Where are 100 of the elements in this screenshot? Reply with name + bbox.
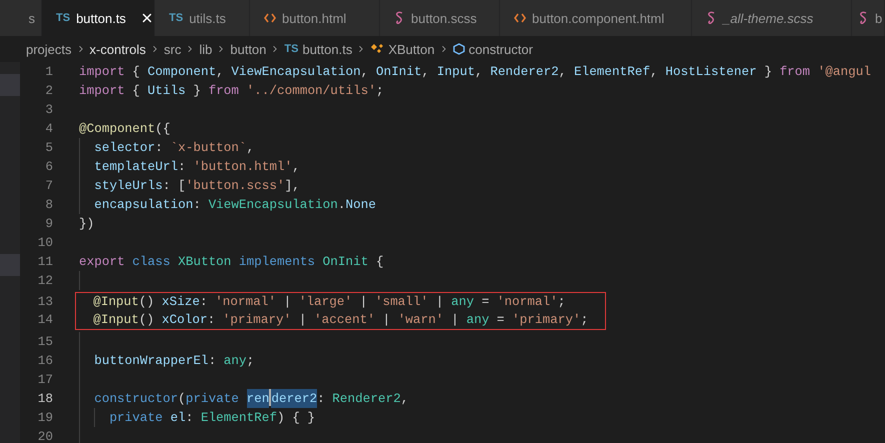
code-token: .: [338, 196, 346, 214]
code-token: ;: [246, 352, 254, 370]
code-token: =: [496, 311, 506, 329]
code-token: {: [131, 63, 141, 81]
code-token: ,: [558, 63, 568, 81]
line-number: 12: [36, 272, 53, 290]
code-token: el: [170, 409, 186, 427]
code-token: :: [200, 293, 208, 311]
code-token: ElementRef: [574, 63, 650, 81]
line-number: 20: [36, 428, 53, 443]
line-number: 14: [36, 311, 53, 329]
breadcrumb-item[interactable]: lib: [199, 42, 212, 56]
line-number: 18: [36, 390, 53, 408]
code-token: ,: [292, 158, 300, 176]
code-token: OnInit: [376, 63, 422, 81]
breadcrumb-item[interactable]: button: [230, 42, 266, 56]
code-token: 'accent': [314, 311, 375, 329]
line-number: 6: [44, 158, 53, 176]
editor-tab[interactable]: button.component.html: [500, 0, 692, 36]
code-token: |: [450, 311, 460, 329]
code-token: ,: [474, 63, 484, 81]
swirl-icon: [394, 11, 405, 25]
code-token: OnInit: [322, 253, 368, 271]
line-number: 7: [44, 177, 53, 195]
line-number: 1: [44, 63, 53, 81]
code-token: (): [138, 311, 156, 329]
code-token: :: [317, 390, 326, 408]
code-token: ) { }: [276, 409, 316, 427]
line-number: 3: [44, 101, 53, 119]
breadcrumb-item[interactable]: projects: [26, 42, 72, 56]
code-token: ,: [216, 63, 225, 81]
editor-tab[interactable]: TS utils.ts: [155, 0, 250, 36]
code-token: |: [298, 311, 308, 329]
code-token: any: [224, 352, 247, 370]
code-token: ren: [246, 389, 270, 408]
code-token: =: [480, 293, 490, 311]
breadcrumb-item[interactable]: x-controls: [90, 42, 146, 56]
editor-tab[interactable]: s: [0, 0, 42, 36]
breadcrumb-item[interactable]: constructor: [452, 42, 533, 56]
line-number: 11: [36, 253, 53, 271]
code-token: ],: [284, 177, 300, 195]
code-token: : [: [162, 177, 186, 195]
code-token: '@angul: [818, 63, 871, 81]
code-token: XButton: [178, 253, 232, 271]
code-token: Renderer2: [332, 390, 401, 408]
code-token: ,: [400, 390, 408, 408]
typescript-icon: TS: [56, 12, 70, 24]
code-token: 'small': [374, 293, 428, 311]
code-token: |: [282, 293, 292, 311]
breadcrumb-item[interactable]: src: [164, 42, 182, 56]
code-token: Utils: [148, 82, 186, 100]
code-token: 'large': [298, 293, 352, 311]
code-token: private: [109, 409, 164, 427]
code-token: ;: [558, 293, 566, 311]
code-token: derer2: [271, 389, 318, 408]
code-token: Renderer2: [490, 63, 559, 81]
editor-tab[interactable]: button.html: [250, 0, 380, 36]
code-token: }): [79, 215, 94, 233]
typescript-icon: TS: [169, 12, 184, 24]
sidebar-marker: [0, 74, 20, 96]
editor-tab[interactable]: _all-theme.scss: [692, 0, 852, 36]
line-number: 13: [36, 293, 53, 311]
code-token: ,: [650, 63, 659, 81]
code-token: @Input: [93, 311, 139, 329]
code-token: Input: [436, 63, 475, 81]
code-token: templateUrl: [94, 158, 178, 176]
code-token: encapsulation: [94, 196, 194, 214]
line-number: 5: [44, 139, 53, 157]
line-number: 2: [44, 82, 53, 100]
code-token: }: [763, 63, 773, 81]
code-token: :: [155, 139, 164, 157]
code-token: ViewEncapsulation: [208, 196, 338, 214]
code-token: from: [780, 63, 812, 81]
code-token: (: [178, 390, 186, 408]
swirl-icon: [858, 11, 869, 25]
editor-tab[interactable]: button.scss: [380, 0, 500, 36]
breadcrumb-item[interactable]: XButton: [370, 42, 435, 56]
editor-tab[interactable]: TS button.ts: [42, 0, 155, 36]
cube-icon: [452, 43, 465, 55]
typescript-icon: TS: [284, 43, 298, 55]
code-token: any: [451, 293, 474, 311]
line-number: 10: [36, 234, 53, 252]
code-token: implements: [238, 253, 316, 271]
line-number: 4: [44, 120, 53, 138]
breadcrumb-item[interactable]: TS button.ts: [284, 42, 352, 56]
code-token: {: [374, 253, 384, 271]
code-token: 'button.html': [193, 158, 292, 176]
code-token: 'button.scss': [186, 177, 285, 195]
code-token: from: [208, 82, 240, 100]
code-token: buttonWrapperEl: [94, 352, 208, 370]
code-token: |: [382, 311, 392, 329]
line-number: 17: [36, 371, 53, 389]
editor-tab[interactable]: b: [852, 0, 885, 36]
code-token: `x-button`: [170, 139, 247, 157]
code-token: :: [207, 311, 216, 329]
code-token: ,: [246, 139, 254, 157]
code-brackets-icon: [514, 13, 526, 23]
class-icon: [370, 43, 384, 55]
code-token: ({: [155, 120, 170, 138]
code-token: HostListener: [665, 63, 757, 81]
